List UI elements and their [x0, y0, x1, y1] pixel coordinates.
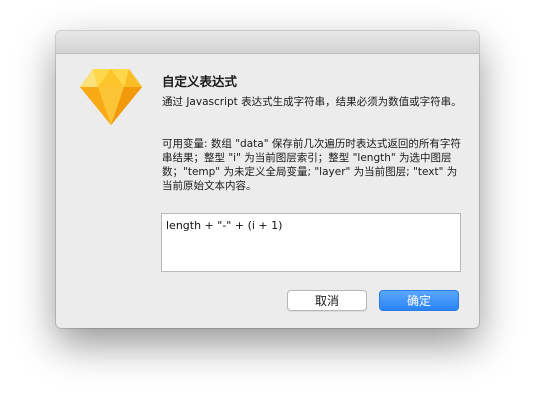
sketch-diamond-icon: [78, 67, 144, 127]
cancel-button[interactable]: 取消: [287, 290, 367, 311]
title-bar[interactable]: [56, 31, 479, 54]
variables-help-text: 可用变量: 数组 "data" 保存前几次遍历时表达式返回的所有字符串结果；整型…: [162, 138, 461, 192]
dialog-title: 自定义表达式: [162, 74, 238, 89]
ok-button[interactable]: 确定: [379, 290, 459, 311]
dialog-window: 自定义表达式 通过 Javascript 表达式生成字符串，结果必须为数值或字符…: [56, 31, 479, 328]
dialog-description: 通过 Javascript 表达式生成字符串，结果必须为数值或字符串。: [162, 96, 462, 108]
expression-input[interactable]: length + "-" + (i + 1): [161, 213, 461, 272]
